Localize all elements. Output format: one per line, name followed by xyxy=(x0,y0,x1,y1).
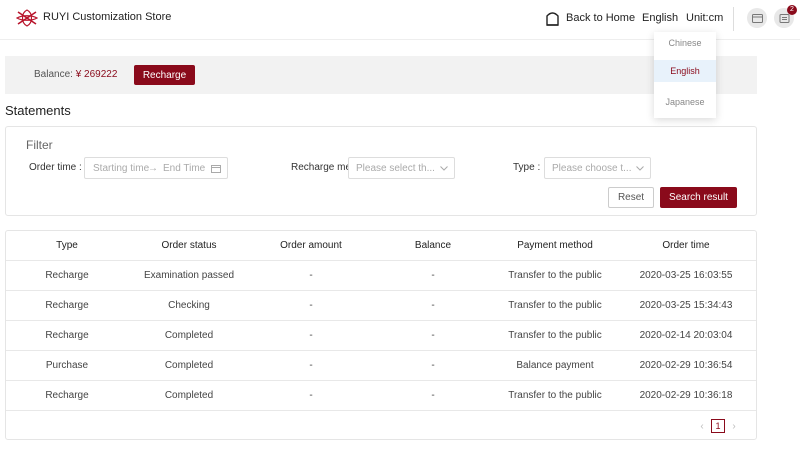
pagination: ‹ 1 › xyxy=(697,419,739,433)
column-header-order-status: Order status xyxy=(161,240,217,251)
cell-balance: - xyxy=(431,360,435,371)
cell-type: Purchase xyxy=(45,360,89,371)
cell-order-status: Completed xyxy=(164,330,214,341)
filter-title: Filter xyxy=(26,138,53,152)
statements-table: Type Order status Order amount Balance P… xyxy=(5,230,757,440)
cart-icon xyxy=(779,13,789,23)
language-option-english[interactable]: English xyxy=(654,60,716,82)
wallet-icon xyxy=(751,13,763,23)
chevron-down-icon xyxy=(440,166,448,171)
cell-type: Recharge xyxy=(45,300,89,311)
wallet-button[interactable] xyxy=(747,8,767,28)
cell-payment-method: Balance payment xyxy=(516,360,594,371)
header-divider xyxy=(733,7,734,31)
back-to-home-label: Back to Home xyxy=(566,12,636,24)
cell-order-time: 2020-02-29 10:36:54 xyxy=(639,360,733,371)
order-time-range-picker[interactable]: Starting time → End Time xyxy=(84,157,228,179)
column-header-balance: Balance xyxy=(414,240,452,251)
search-result-button[interactable]: Search result xyxy=(660,187,737,208)
cart-count-badge: 2 xyxy=(787,5,797,15)
cell-balance: - xyxy=(431,390,435,401)
cell-order-status: Completed xyxy=(164,360,214,371)
reset-button[interactable]: Reset xyxy=(608,187,654,208)
end-time-placeholder: End Time xyxy=(163,163,206,174)
cell-order-time: 2020-03-25 15:34:43 xyxy=(639,300,733,311)
page-number-1[interactable]: 1 xyxy=(711,419,725,433)
table-row: Purchase Completed - - Balance payment 2… xyxy=(6,351,756,381)
cell-order-status: Checking xyxy=(168,300,210,311)
column-header-order-time: Order time xyxy=(662,240,710,251)
cell-payment-method: Transfer to the public xyxy=(508,270,602,281)
cell-type: Recharge xyxy=(45,330,89,341)
start-time-placeholder: Starting time xyxy=(93,163,150,174)
balance-label: Balance: ¥ 269222 xyxy=(34,69,117,80)
type-select[interactable]: Please choose t... xyxy=(544,157,651,179)
cell-type: Recharge xyxy=(45,270,89,281)
language-selector[interactable]: English xyxy=(642,12,678,24)
unit-display: Unit:cm xyxy=(686,12,724,24)
cell-order-status: Examination passed xyxy=(143,270,235,281)
cell-order-time: 2020-02-29 10:36:18 xyxy=(639,390,733,401)
calendar-icon xyxy=(211,165,221,173)
recharge-method-placeholder: Please select th... xyxy=(356,163,435,174)
cell-order-amount: - xyxy=(309,390,313,401)
ruyi-logo-icon[interactable] xyxy=(16,9,38,27)
cell-order-amount: - xyxy=(309,360,313,371)
table-row: Recharge Completed - - Transfer to the p… xyxy=(6,321,756,351)
cell-balance: - xyxy=(431,300,435,311)
type-placeholder: Please choose t... xyxy=(552,163,632,174)
home-icon xyxy=(546,12,559,26)
table-row: Recharge Completed - - Transfer to the p… xyxy=(6,381,756,411)
cell-payment-method: Transfer to the public xyxy=(508,330,602,341)
recharge-method-label: Recharge me xyxy=(291,162,352,173)
column-header-payment-method: Payment method xyxy=(517,240,593,251)
recharge-button[interactable]: Recharge xyxy=(134,65,195,85)
cell-payment-method: Transfer to the public xyxy=(508,300,602,311)
cell-balance: - xyxy=(431,330,435,341)
back-to-home-link[interactable]: Back to Home xyxy=(545,9,635,27)
language-option-japanese[interactable]: Japanese xyxy=(654,91,716,113)
table-row: Recharge Checking - - Transfer to the pu… xyxy=(6,291,756,321)
next-page-button[interactable]: › xyxy=(729,421,739,432)
cell-order-time: 2020-02-14 20:03:04 xyxy=(639,330,733,341)
cell-type: Recharge xyxy=(45,390,89,401)
table-header-row: Type Order status Order amount Balance P… xyxy=(6,231,756,261)
prev-page-button[interactable]: ‹ xyxy=(697,421,707,432)
range-arrow: → xyxy=(148,163,158,174)
language-option-chinese[interactable]: Chinese xyxy=(654,32,716,54)
filter-panel: Filter Order time : Starting time → End … xyxy=(5,126,757,216)
cell-order-time: 2020-03-25 16:03:55 xyxy=(639,270,733,281)
type-label: Type : xyxy=(513,162,541,173)
cell-order-amount: - xyxy=(309,330,313,341)
recharge-method-select[interactable]: Please select th... xyxy=(348,157,455,179)
balance-bar: Balance: ¥ 269222 xyxy=(5,56,757,94)
language-dropdown: Chinese English Japanese xyxy=(654,32,716,118)
cell-payment-method: Transfer to the public xyxy=(508,390,602,401)
column-header-type: Type xyxy=(56,240,78,251)
cell-order-amount: - xyxy=(309,300,313,311)
balance-value: ¥ 269222 xyxy=(75,69,118,80)
column-header-order-amount: Order amount xyxy=(280,240,342,251)
order-time-label: Order time : xyxy=(29,162,82,173)
cell-order-status: Completed xyxy=(164,390,214,401)
cell-order-amount: - xyxy=(309,270,313,281)
table-row: Recharge Examination passed - - Transfer… xyxy=(6,261,756,291)
balance-caption: Balance: xyxy=(34,69,73,80)
chevron-down-icon xyxy=(636,166,644,171)
brand-name: RUYI Customization Store xyxy=(43,11,172,23)
cell-balance: - xyxy=(431,270,435,281)
page-title: Statements xyxy=(5,103,71,118)
